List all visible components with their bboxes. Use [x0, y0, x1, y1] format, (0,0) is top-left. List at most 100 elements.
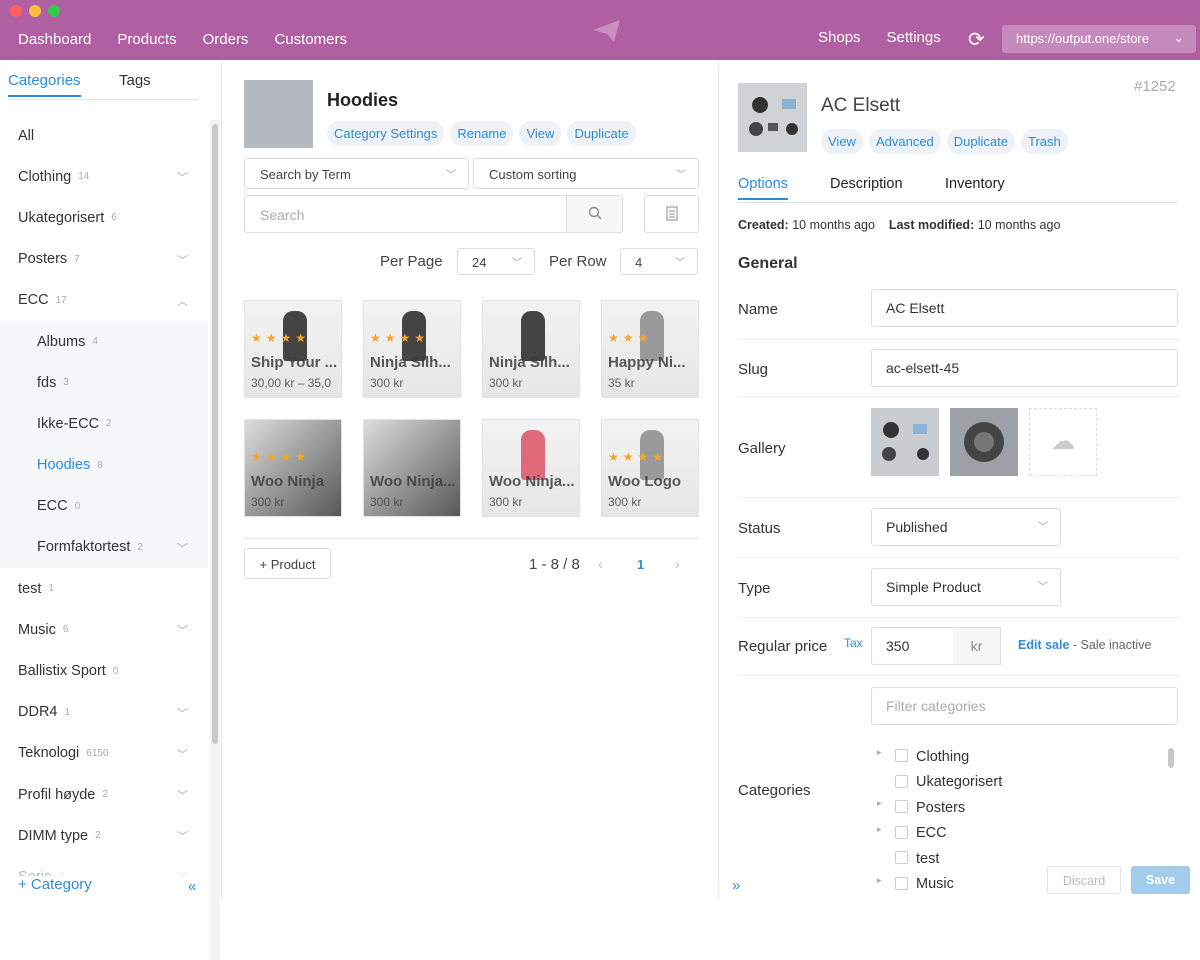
discard-button[interactable]: Discard: [1047, 866, 1121, 894]
category-checkbox-item[interactable]: ▸ ECC: [872, 821, 1162, 847]
checkbox[interactable]: [895, 774, 908, 788]
category-item[interactable]: ECC 0: [0, 485, 208, 527]
list-view-button[interactable]: [644, 195, 699, 233]
category-checkbox-item[interactable]: ▸ Posters: [872, 795, 1162, 821]
save-button[interactable]: Save: [1131, 866, 1190, 894]
add-category-button[interactable]: + Category: [18, 876, 96, 893]
duplicate-product-button[interactable]: Duplicate: [946, 129, 1015, 154]
category-item[interactable]: Formfaktortest 2 ﹀: [0, 526, 208, 569]
collapse-left-icon[interactable]: «: [188, 878, 196, 895]
category-item[interactable]: Teknologi 6150 ﹀: [0, 733, 208, 774]
tab-categories[interactable]: Categories: [8, 72, 81, 97]
product-card[interactable]: ★★★★ Woo Logo 300 kr: [601, 419, 699, 517]
rename-button[interactable]: Rename: [450, 121, 514, 146]
chevron-right-icon[interactable]: ›: [675, 556, 680, 572]
chevron-down-icon[interactable]: ﹀: [177, 540, 188, 556]
expand-arrow-icon[interactable]: ▸: [877, 747, 882, 758]
nav-customers[interactable]: Customers: [274, 31, 347, 48]
tab-tags[interactable]: Tags: [119, 72, 151, 89]
nav-dashboard[interactable]: Dashboard: [18, 31, 91, 48]
category-item[interactable]: Ballistix Sport 0: [0, 650, 208, 691]
search-input[interactable]: Search: [244, 195, 567, 233]
slug-field[interactable]: ac-elsett-45: [871, 349, 1178, 387]
category-tree-scrollbar[interactable]: [1168, 748, 1174, 768]
checkbox[interactable]: [895, 851, 908, 864]
search-by-select[interactable]: Search by Term ﹀: [244, 158, 469, 189]
minimize-window-button[interactable]: [29, 5, 41, 17]
chevron-down-icon[interactable]: ﹀: [177, 252, 188, 268]
category-item[interactable]: DDR4 1 ﹀: [0, 692, 208, 733]
upload-icon[interactable]: ☁: [1029, 408, 1097, 476]
per-row-select[interactable]: 4 ﹀: [620, 248, 698, 275]
checkbox[interactable]: [895, 800, 908, 813]
tax-link[interactable]: Tax: [844, 636, 863, 650]
product-card[interactable]: Ninja Silh... 300 kr: [482, 300, 580, 398]
category-item[interactable]: ECC 17 ︿: [0, 280, 208, 321]
product-card[interactable]: Woo Ninja... 300 kr: [482, 419, 580, 517]
page-number[interactable]: 1: [637, 557, 644, 572]
duplicate-button[interactable]: Duplicate: [567, 121, 636, 146]
category-item[interactable]: Ukategorisert 6: [0, 197, 208, 238]
category-item[interactable]: Music 6 ﹀: [0, 609, 208, 650]
store-select[interactable]: https://output.one/store ⌄: [1002, 25, 1196, 53]
category-item[interactable]: Ikke-ECC 2: [0, 403, 208, 445]
product-card[interactable]: ★★★ Happy Ni... 35 kr: [601, 300, 699, 398]
per-page-select[interactable]: 24 ﹀: [457, 248, 535, 275]
gallery-image[interactable]: [871, 408, 939, 476]
trash-button[interactable]: Trash: [1020, 129, 1068, 154]
product-card[interactable]: Woo Ninja... 300 kr: [363, 419, 461, 517]
chevron-up-icon[interactable]: ︿: [177, 293, 188, 309]
category-settings-button[interactable]: Category Settings: [327, 121, 445, 146]
sidebar-scrollbar[interactable]: [212, 124, 218, 744]
category-item[interactable]: test 1: [0, 568, 208, 609]
view-button[interactable]: View: [519, 121, 562, 146]
chevron-down-icon[interactable]: ﹀: [177, 705, 188, 721]
category-item[interactable]: Clothing 14 ﹀: [0, 156, 208, 197]
chevron-left-icon[interactable]: ‹: [598, 556, 603, 572]
expand-right-icon[interactable]: »: [732, 877, 740, 894]
price-field[interactable]: 350: [871, 627, 955, 665]
checkbox[interactable]: [895, 876, 908, 890]
chevron-down-icon[interactable]: ﹀: [177, 746, 188, 762]
category-checkbox-item[interactable]: Ukategorisert: [872, 770, 1162, 796]
status-select[interactable]: Published ﹀: [871, 508, 1061, 546]
category-item-active[interactable]: Hoodies 8: [0, 444, 208, 486]
product-thumbnail[interactable]: [738, 83, 807, 152]
add-product-button[interactable]: + Product: [244, 548, 331, 579]
close-window-button[interactable]: [10, 5, 22, 17]
name-field[interactable]: AC Elsett: [871, 289, 1178, 327]
checkbox[interactable]: [895, 825, 908, 839]
search-button[interactable]: [566, 195, 623, 233]
gallery-image[interactable]: [950, 408, 1018, 476]
category-item[interactable]: All: [0, 115, 208, 156]
category-checkbox-item[interactable]: ▸ Clothing: [872, 744, 1162, 770]
chevron-down-icon[interactable]: ﹀: [177, 169, 188, 185]
chevron-down-icon[interactable]: ﹀: [177, 828, 188, 844]
product-card[interactable]: ★★★★ Ship Your ... 30,00 kr – 35,0: [244, 300, 342, 398]
product-card[interactable]: ★★★★ Woo Ninja 300 kr: [244, 419, 342, 517]
nav-products[interactable]: Products: [117, 31, 176, 48]
category-item[interactable]: Albums 4: [0, 320, 208, 363]
product-card[interactable]: ★★★★ Ninja Silh... 300 kr: [363, 300, 461, 398]
category-item[interactable]: Posters 7 ﹀: [0, 239, 208, 280]
nav-settings[interactable]: Settings: [887, 29, 941, 46]
category-item[interactable]: Profil høyde 2 ﹀: [0, 774, 208, 815]
tab-description[interactable]: Description: [830, 176, 903, 192]
sorting-select[interactable]: Custom sorting ﹀: [473, 158, 699, 189]
chevron-down-icon[interactable]: ﹀: [177, 622, 188, 638]
checkbox[interactable]: [895, 749, 908, 762]
chevron-down-icon[interactable]: ﹀: [177, 787, 188, 803]
tab-options[interactable]: Options: [738, 176, 788, 200]
advanced-button[interactable]: Advanced: [868, 129, 941, 154]
refresh-icon[interactable]: ⟳: [968, 27, 985, 52]
tab-inventory[interactable]: Inventory: [945, 176, 1005, 192]
expand-arrow-icon[interactable]: ▸: [877, 798, 882, 809]
nav-shops[interactable]: Shops: [818, 29, 861, 46]
category-item[interactable]: DIMM type 2 ﹀: [0, 815, 208, 856]
nav-orders[interactable]: Orders: [203, 31, 249, 48]
zoom-window-button[interactable]: [48, 5, 60, 17]
filter-categories-input[interactable]: Filter categories: [871, 687, 1178, 725]
category-thumbnail[interactable]: [244, 80, 313, 148]
category-item[interactable]: fds 3: [0, 362, 208, 404]
view-product-button[interactable]: View: [821, 129, 863, 154]
